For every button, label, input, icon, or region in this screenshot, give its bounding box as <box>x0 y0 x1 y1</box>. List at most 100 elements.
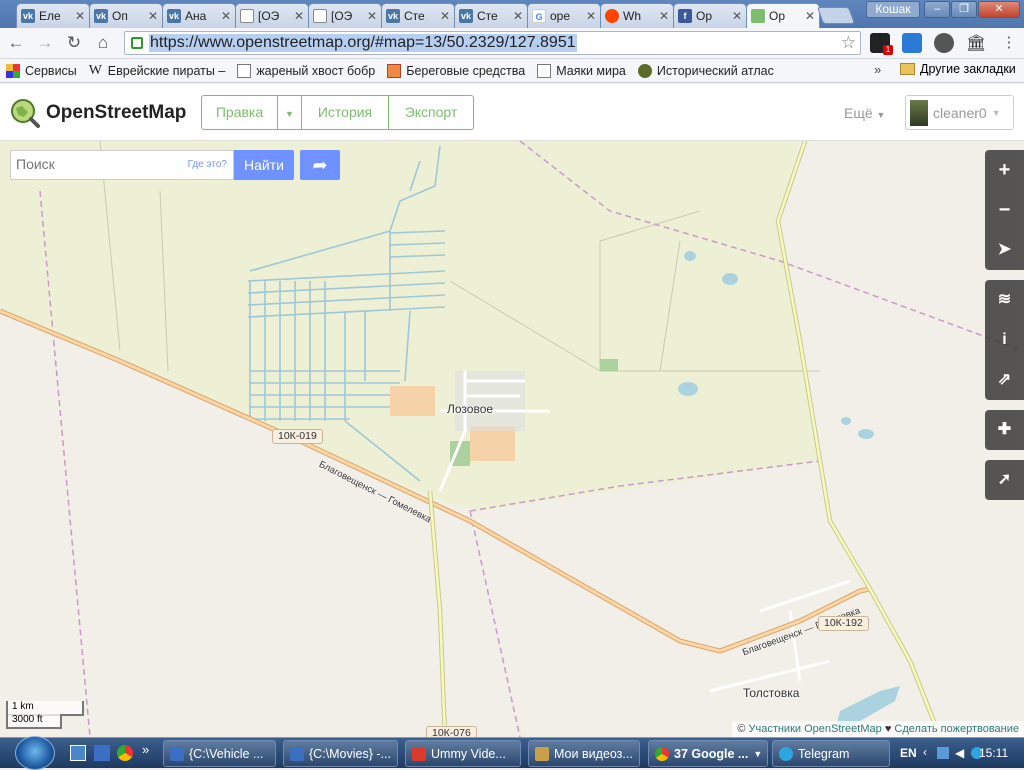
clock[interactable]: 15:11 <box>979 746 1008 760</box>
close-icon[interactable]: ✕ <box>732 9 742 23</box>
close-window-button[interactable]: ✕ <box>978 1 1020 18</box>
tray-expand-icon[interactable]: ‹ <box>923 745 927 759</box>
back-icon[interactable]: ← <box>5 32 27 54</box>
user-menu[interactable]: cleaner0 ▼ <box>905 95 1014 130</box>
tab-active[interactable]: Ор ✕ <box>746 3 820 28</box>
zoom-in-icon[interactable]: + <box>985 150 1024 190</box>
network-icon[interactable] <box>937 747 949 759</box>
place-label: Толстовка <box>743 686 800 700</box>
explorer-icon[interactable] <box>94 745 110 761</box>
reload-icon[interactable]: ↻ <box>63 32 85 54</box>
museum-icon[interactable]: 🏛 <box>966 33 986 53</box>
share-icon[interactable]: ⇗ <box>985 360 1024 400</box>
avatar <box>910 99 928 126</box>
close-icon[interactable]: ✕ <box>513 9 523 23</box>
star-icon[interactable]: ☆ <box>841 33 856 53</box>
taskbar-item[interactable]: 37 Google ... ▼ <box>648 740 768 767</box>
tab[interactable]: vk Ана ✕ <box>162 3 236 28</box>
layers-icon[interactable]: ≋ <box>985 280 1024 320</box>
donate-link[interactable]: Сделать пожертвование <box>894 723 1019 735</box>
add-note-icon[interactable]: ✚ <box>985 410 1024 450</box>
close-icon[interactable]: ✕ <box>440 9 450 23</box>
close-icon[interactable]: ✕ <box>805 9 815 23</box>
info-icon[interactable]: i <box>985 320 1024 360</box>
close-icon[interactable]: ✕ <box>294 9 304 23</box>
history-button[interactable]: История <box>302 95 389 130</box>
tab-strip: vk Еле ✕ vk Оп ✕ vk Ана ✕ [ОЭ ✕ [ОЭ ✕ vk Сте ✕ vk С… <box>0 0 1024 28</box>
locate-icon[interactable]: ➤ <box>985 230 1024 270</box>
maximize-button[interactable]: ❐ <box>951 1 977 18</box>
desktop-icon[interactable] <box>70 745 86 761</box>
extension-icon[interactable] <box>934 33 954 53</box>
extension-icon[interactable] <box>902 33 922 53</box>
attribution: © Участники OpenStreetMap ♥ Сделать поже… <box>732 721 1024 737</box>
tab[interactable]: vk Сте ✕ <box>454 3 528 28</box>
tab[interactable]: Gоре ✕ <box>527 3 601 28</box>
export-button[interactable]: Экспорт <box>389 95 474 130</box>
taskbar-item[interactable]: {C:\Movies} -... <box>283 740 398 767</box>
address-bar[interactable]: https://www.openstreetmap.org/#map=13/50… <box>124 31 861 55</box>
search-input[interactable] <box>16 156 176 172</box>
taskbar-item[interactable]: Мои видеоз... <box>528 740 640 767</box>
chrome-icon[interactable] <box>117 745 133 761</box>
quicklaunch-more[interactable]: » <box>142 742 149 757</box>
close-icon[interactable]: ✕ <box>148 9 158 23</box>
volume-icon[interactable]: ◀ <box>955 746 964 760</box>
contributors-link[interactable]: Участники OpenStreetMap <box>748 723 881 735</box>
close-icon[interactable]: ✕ <box>75 9 85 23</box>
bookmark-item[interactable]: жареный хвост бобр <box>237 63 375 78</box>
osm-logo[interactable]: OpenStreetMap <box>10 98 186 128</box>
tab[interactable]: vk Еле ✕ <box>16 3 90 28</box>
tab[interactable]: vk Оп ✕ <box>89 3 163 28</box>
search-button[interactable]: Найти <box>234 150 294 180</box>
lock-icon <box>131 37 143 49</box>
forward-icon[interactable]: → <box>34 32 56 54</box>
bookmark-item[interactable]: Сервисы <box>6 63 77 78</box>
tab[interactable]: [ОЭ ✕ <box>235 3 309 28</box>
bookmark-item[interactable]: W Еврейские пираты – <box>89 63 226 78</box>
start-button[interactable] <box>15 736 55 770</box>
minimize-button[interactable]: ‒ <box>924 1 950 18</box>
bookmark-item[interactable]: Маяки мира <box>537 63 626 78</box>
taskbar-item[interactable]: Telegram <box>772 740 890 767</box>
close-icon[interactable]: ✕ <box>221 9 231 23</box>
place-label: Лозовое <box>447 402 494 416</box>
home-icon[interactable]: ⌂ <box>92 32 114 54</box>
bookmark-item[interactable]: Исторический атлас <box>637 63 774 78</box>
directions-button[interactable]: ➦ <box>300 150 340 180</box>
zoom-out-icon[interactable]: − <box>985 190 1024 230</box>
menu-icon[interactable]: ⋮ <box>998 32 1020 54</box>
browser-toolbar: ← → ↻ ⌂ https://www.openstreetmap.org/#m… <box>0 28 1024 59</box>
map-canvas[interactable]: Лозовое Толстовка Благовещенск — Гомелев… <box>0 141 1024 737</box>
where-is-this-link[interactable]: Где это? <box>188 159 227 170</box>
bookmark-item[interactable]: Береговые средства <box>387 63 525 78</box>
tab[interactable]: vk Сте ✕ <box>381 3 455 28</box>
url-text[interactable]: https://www.openstreetmap.org/#map=13/50… <box>149 34 577 52</box>
edit-dropdown[interactable]: ▼ <box>278 95 302 130</box>
new-tab-button[interactable] <box>816 7 856 24</box>
edit-button[interactable]: Правка <box>201 95 278 130</box>
more-menu[interactable]: Ещё ▼ <box>844 105 885 121</box>
profile-button[interactable]: Кошак <box>866 1 920 18</box>
language-indicator[interactable]: EN <box>900 746 917 760</box>
folder-icon <box>900 63 915 75</box>
close-icon[interactable]: ✕ <box>659 9 669 23</box>
directions-icon: ➦ <box>312 155 328 175</box>
taskbar-item[interactable]: Ummy Vide... <box>405 740 521 767</box>
taskbar-item[interactable]: {C:\Vehicle ... <box>163 740 276 767</box>
close-icon[interactable]: ✕ <box>367 9 377 23</box>
road-shield: 10К-019 <box>272 429 323 444</box>
tab[interactable]: Wh ✕ <box>600 3 674 28</box>
caret-down-icon: ▼ <box>991 107 1001 118</box>
page-icon <box>537 63 552 78</box>
other-bookmarks[interactable]: Другие закладки <box>900 62 1016 76</box>
close-icon[interactable]: ✕ <box>586 9 596 23</box>
bookmarks-overflow[interactable]: » <box>874 62 881 77</box>
query-features-icon[interactable]: ➚ <box>985 460 1024 500</box>
atlas-icon <box>637 63 652 78</box>
tab[interactable]: [ОЭ ✕ <box>308 3 382 28</box>
reddit-icon <box>605 9 619 23</box>
tab[interactable]: f Ор ✕ <box>673 3 747 28</box>
taskbar: » {C:\Vehicle ... {C:\Movies} -... Ummy … <box>0 736 1024 770</box>
extension-icon[interactable]: 1 <box>870 33 893 55</box>
